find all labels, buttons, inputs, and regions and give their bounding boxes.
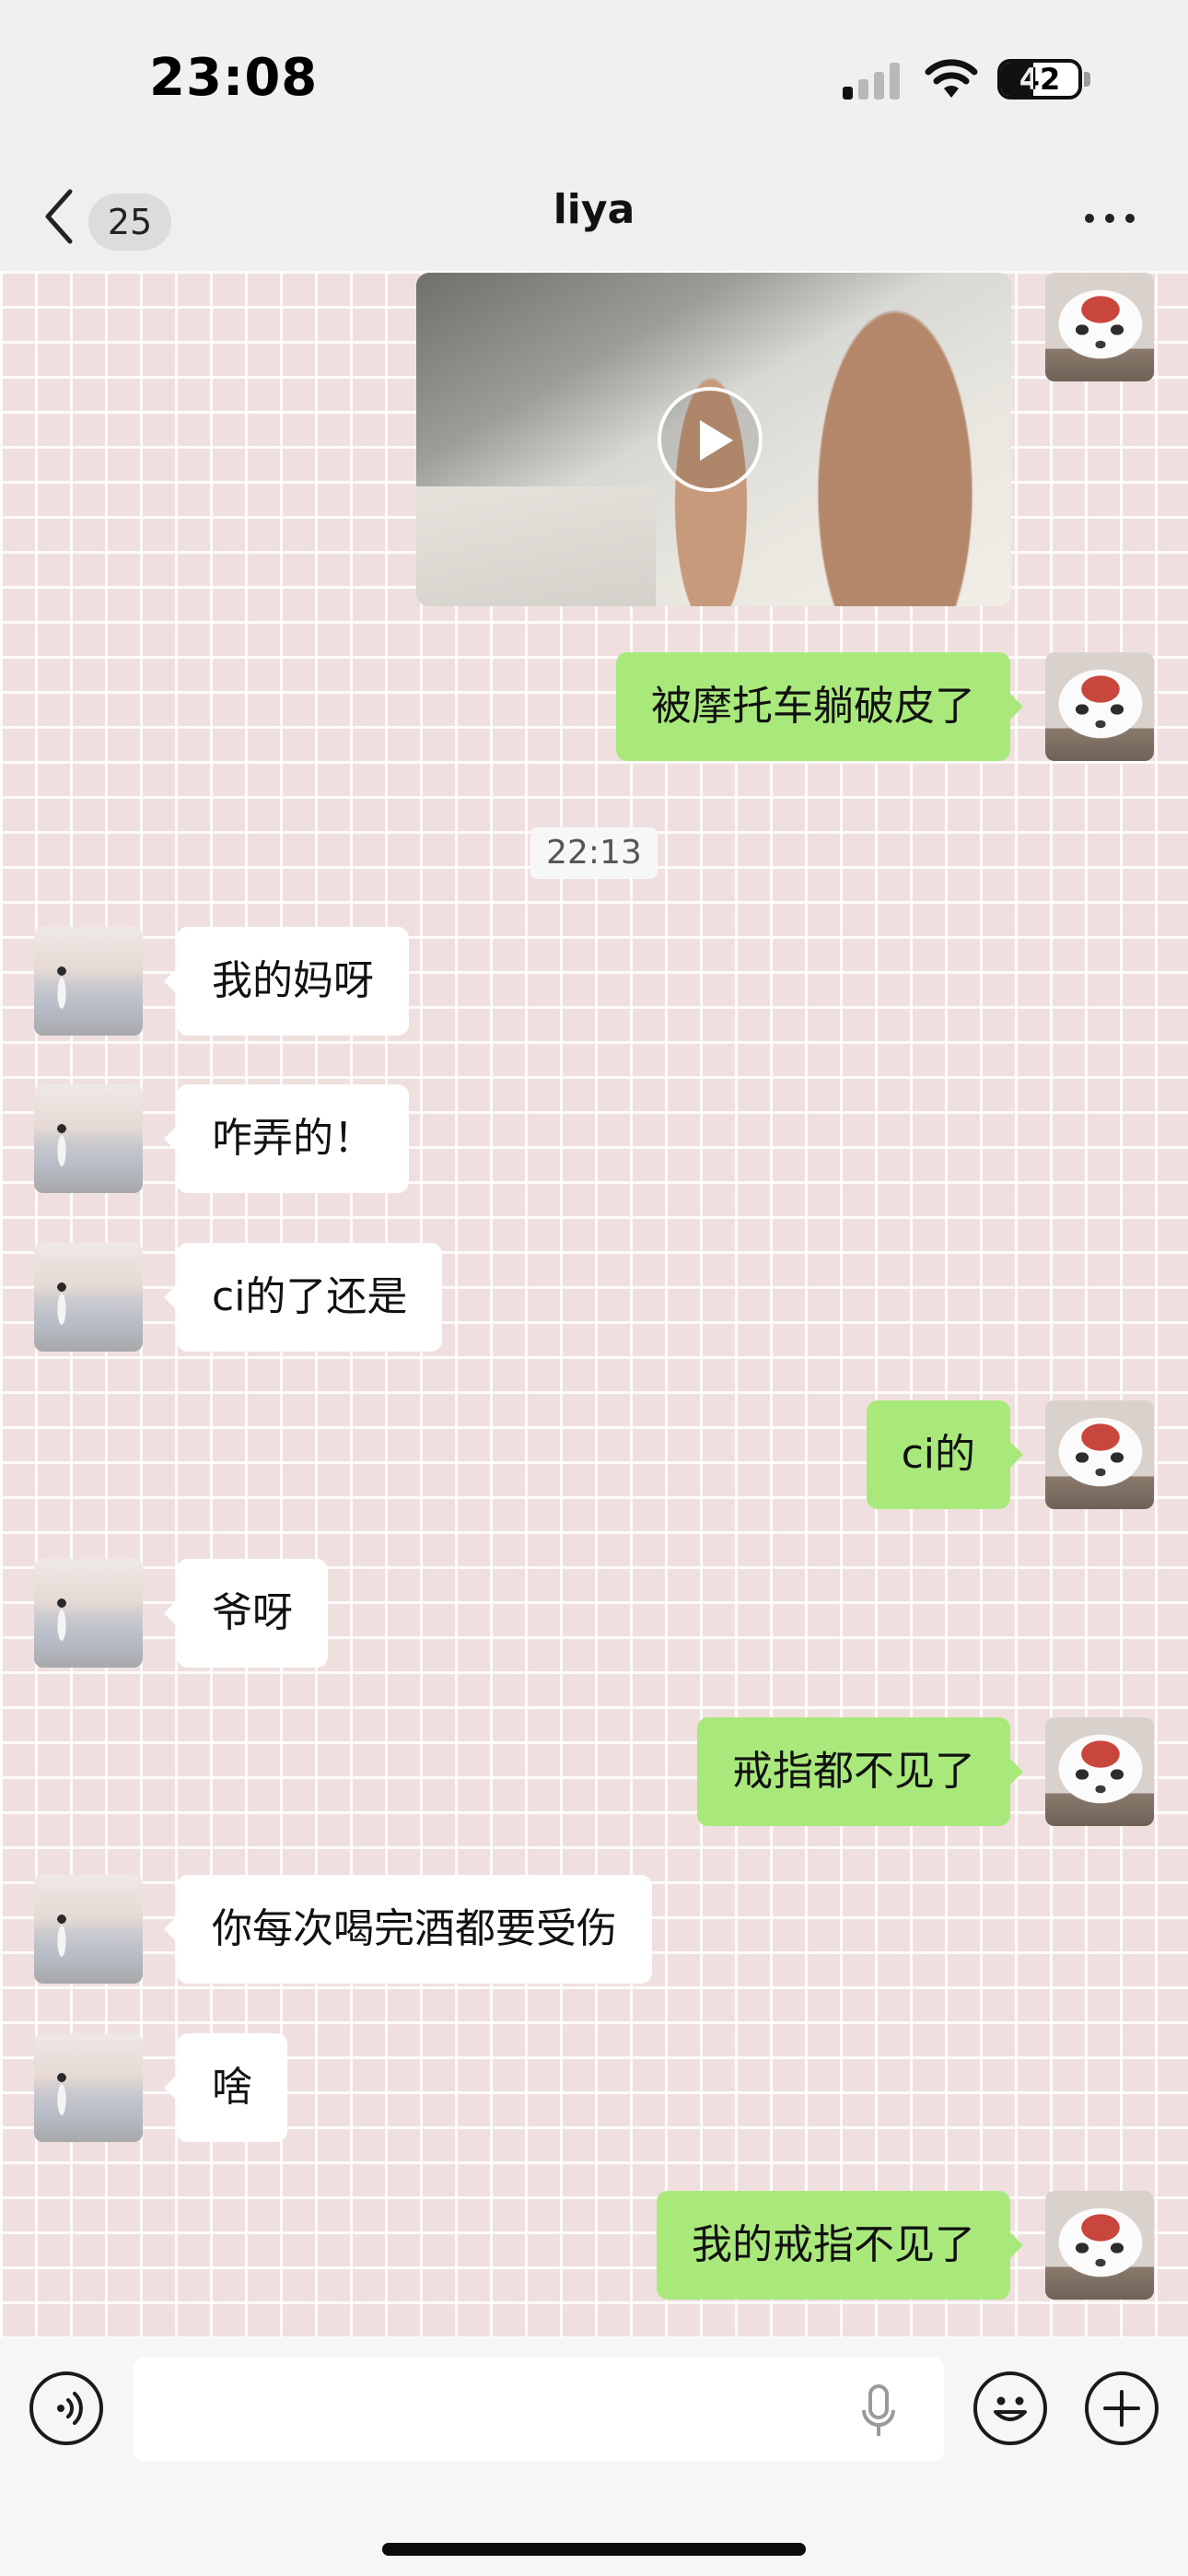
message-bubble-incoming[interactable]: ci的了还是 [163,1243,443,1352]
emoji-icon[interactable] [973,2371,1047,2445]
battery-icon: 42 [997,59,1082,100]
message-bubble-incoming[interactable]: 咋弄的！ [164,1084,409,1193]
contact-avatar[interactable] [34,927,143,1036]
signal-icon [843,61,900,100]
my-avatar[interactable] [1045,273,1154,381]
battery-tip [1084,72,1090,87]
input-bar [0,2338,1188,2576]
my-avatar[interactable] [1045,1400,1154,1509]
message-input[interactable] [134,2357,944,2462]
voice-icon[interactable] [29,2371,103,2445]
timestamp: 22:13 [530,827,658,879]
contact-avatar[interactable] [34,1084,143,1193]
contact-avatar[interactable] [34,2033,143,2142]
ellipsis-icon[interactable] [1085,205,1135,232]
home-indicator [382,2543,806,2556]
my-avatar[interactable] [1045,1717,1154,1826]
plus-icon[interactable] [1085,2371,1159,2445]
message-bubble-outgoing[interactable]: ci的 [866,1400,1024,1509]
message-bubble-outgoing[interactable]: 被摩托车躺破皮了 [616,652,1023,761]
chat-title: liya [553,186,635,233]
video-message[interactable] [416,273,1011,606]
message-bubble-outgoing[interactable]: 我的戒指不见了 [657,2191,1023,2300]
message-bubble-outgoing[interactable]: 戒指都不见了 [697,1717,1023,1826]
microphone-icon[interactable] [860,2383,897,2441]
message-bubble-incoming[interactable]: 爷呀 [164,1559,328,1668]
message-bubble-incoming[interactable]: 啥 [164,2033,287,2142]
contact-avatar[interactable] [34,1243,143,1352]
message-bubble-incoming[interactable]: 我的妈呀 [164,927,409,1036]
contact-avatar[interactable] [34,1875,143,1984]
wifi-icon [925,59,978,98]
battery-percent: 42 [1019,62,1061,97]
play-icon[interactable] [658,387,763,492]
message-bubble-incoming[interactable]: 你每次喝完酒都要受伤 [164,1875,652,1984]
message-list[interactable]: 被摩托车躺破皮了 22:13 我的妈呀 咋弄的！ ci的了还是 ci的 爷呀 戒… [0,271,1188,2338]
my-avatar[interactable] [1045,652,1154,761]
contact-avatar[interactable] [34,1559,143,1668]
status-time: 23:08 [149,48,319,108]
status-bar: 23:08 42 [0,0,1188,166]
chat-header: 25 liya [0,166,1188,271]
my-avatar[interactable] [1045,2191,1154,2300]
